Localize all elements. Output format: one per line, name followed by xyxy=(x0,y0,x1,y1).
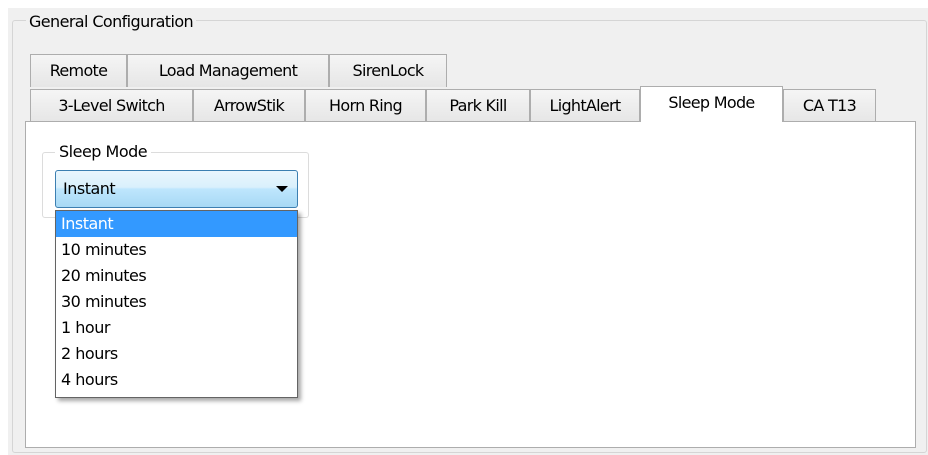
tab-sirenlock[interactable]: SirenLock xyxy=(329,54,447,87)
sleep-mode-combobox[interactable]: Instant xyxy=(55,170,298,208)
chevron-down-icon[interactable] xyxy=(276,186,288,192)
tab-horn-ring[interactable]: Horn Ring xyxy=(305,89,426,122)
option-1-hour[interactable]: 1 hour xyxy=(56,315,297,341)
sleep-mode-dropdown-list: Instant 10 minutes 20 minutes 30 minutes… xyxy=(55,210,298,398)
tab-park-kill[interactable]: Park Kill xyxy=(426,89,530,122)
option-instant[interactable]: Instant xyxy=(56,211,297,237)
option-4-hours[interactable]: 4 hours xyxy=(56,367,297,393)
sleep-mode-selected-value: Instant xyxy=(63,179,116,198)
tab-load-management[interactable]: Load Management xyxy=(127,54,329,87)
tab-3-level-switch[interactable]: 3-Level Switch xyxy=(30,89,193,122)
option-2-hours[interactable]: 2 hours xyxy=(56,341,297,367)
tab-ca-t13[interactable]: CA T13 xyxy=(783,89,876,122)
option-10-minutes[interactable]: 10 minutes xyxy=(56,237,297,263)
option-30-minutes[interactable]: 30 minutes xyxy=(56,289,297,315)
option-20-minutes[interactable]: 20 minutes xyxy=(56,263,297,289)
tab-arrowstik[interactable]: ArrowStik xyxy=(193,89,305,122)
tab-lightalert[interactable]: LightAlert xyxy=(530,89,640,122)
general-configuration-title: General Configuration xyxy=(26,10,197,34)
tab-sleep-mode[interactable]: Sleep Mode xyxy=(640,86,783,122)
tab-remote[interactable]: Remote xyxy=(30,54,127,87)
sleep-mode-group-title: Sleep Mode xyxy=(55,140,152,164)
